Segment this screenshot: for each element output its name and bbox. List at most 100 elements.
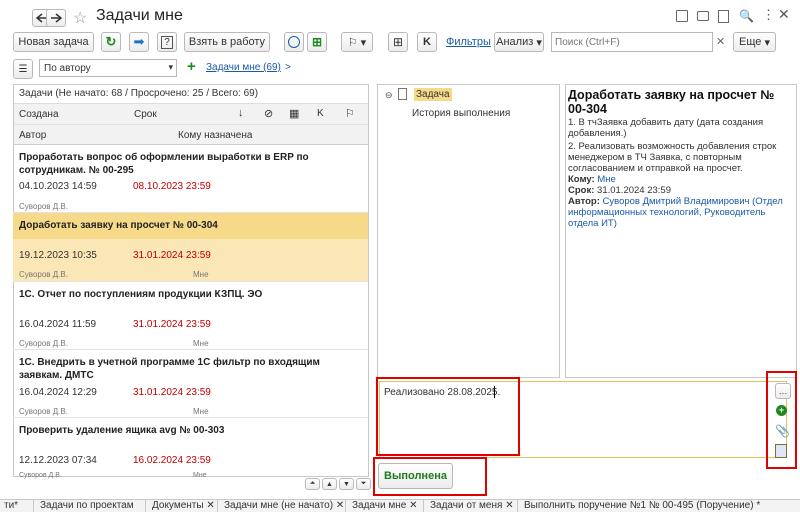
task-due: 31.01.2024 23:59 <box>133 319 211 330</box>
structure-button[interactable]: ⊞ <box>388 32 408 52</box>
flag-col-icon: ⚐ <box>345 108 355 120</box>
detail-to: Кому: Мне <box>568 174 616 185</box>
flag-dropdown[interactable]: ⚐ ▾ <box>341 32 373 52</box>
task-title: Проверить удаление ящика avg № 00-303 <box>19 425 225 436</box>
scroll-up-button[interactable]: ▲ <box>322 478 337 490</box>
take-to-work-button[interactable]: Взять в работу <box>184 32 270 52</box>
col-created-header[interactable]: Создана <box>19 109 59 120</box>
tab-item-0[interactable]: ти* <box>0 500 34 512</box>
tree-item-task[interactable]: Задача <box>414 88 452 101</box>
k-button[interactable]: K <box>417 32 437 52</box>
detail-due: Срок: 31.01.2024 23:59 <box>568 185 671 196</box>
more-button[interactable]: Еще ▾ <box>733 32 776 52</box>
close-icon[interactable]: ✕ <box>778 6 790 23</box>
detail-body-2: 2. Реализовать возможность добавления ст… <box>568 141 777 174</box>
task-assignee: Мне <box>193 407 209 416</box>
window-title: Задачи мне <box>96 7 183 24</box>
detail-to-value[interactable]: Мне <box>597 174 615 185</box>
tab-item-4[interactable]: Задачи мне ✕ <box>348 500 424 512</box>
table-row[interactable]: 1С. Отчет по поступлениям продукции КЗПЦ… <box>13 282 368 350</box>
task-title: 1С. Отчет по поступлениям продукции КЗПЦ… <box>19 289 263 300</box>
analysis-dropdown[interactable]: Анализ ▾ <box>494 32 544 52</box>
detail-title: Доработать заявку на просчет № 00-304 <box>568 88 775 116</box>
detail-author-value[interactable]: Суворов Дмитрий Владимирович (Отдел инфо… <box>568 196 783 229</box>
detail-to-label: Кому: <box>568 174 595 185</box>
task-author: Суворов Д.В. <box>19 407 68 416</box>
task-title: Доработать заявку на просчет № 00-304 <box>19 220 218 231</box>
tab-item-6[interactable]: Выполнить поручение №1 № 00-495 (Поручен… <box>520 500 800 512</box>
k-col-icon: K <box>317 108 324 119</box>
col-assignee-header[interactable]: Кому назначена <box>178 130 252 141</box>
filters-link[interactable]: Фильтры <box>446 36 491 48</box>
arrow-right-blue-icon: ➡ <box>133 34 145 49</box>
table-row[interactable]: 1С. Внедрить в учетной программе 1С филь… <box>13 350 368 418</box>
task-due: 08.10.2023 23:59 <box>133 181 211 192</box>
sort-down-icon: ↓ <box>238 107 244 119</box>
clock-icon <box>288 36 300 48</box>
list-settings-button[interactable]: ☰ <box>13 59 33 79</box>
tasks-to-me-arrow[interactable]: > <box>285 62 291 73</box>
scroll-first-button[interactable]: ⏶ <box>305 478 320 490</box>
task-list-summary: Задачи (Не начато: 68 / Просрочено: 25 /… <box>19 88 259 99</box>
question-icon: ? <box>161 35 173 49</box>
refresh-button[interactable]: ↻ <box>101 32 121 52</box>
schedule-button[interactable] <box>284 32 304 52</box>
tab-item-2[interactable]: Документы ✕ <box>148 500 218 512</box>
task-created: 19.12.2023 10:35 <box>19 250 97 261</box>
col-author-header[interactable]: Автор <box>19 130 46 141</box>
more-vertical-icon[interactable]: ⋮ <box>762 7 775 23</box>
zoom-icon[interactable]: 🔍 <box>739 9 754 23</box>
new-task-button[interactable]: Новая задача <box>13 32 94 52</box>
scroll-down-button[interactable]: ▼ <box>339 478 354 490</box>
more-label: Еще <box>739 36 762 48</box>
author-filter-select[interactable]: По автору ▾ <box>39 59 177 77</box>
help-button[interactable]: ? <box>157 32 177 52</box>
clear-search-icon[interactable]: ✕ <box>716 35 725 48</box>
detail-body-1: 1. В тчЗаявка добавить дату (дата создан… <box>568 117 764 139</box>
highlight-side-buttons <box>766 371 797 469</box>
table-row[interactable]: Проверить удаление ящика avg № 00-303 12… <box>13 418 368 479</box>
tab-label: Задачи по проектам <box>40 500 134 511</box>
tab-item-5[interactable]: Задачи от меня ✕ <box>426 500 518 512</box>
arrow-right-icon <box>51 13 62 23</box>
search-input[interactable] <box>551 32 713 52</box>
add-subtask-button[interactable]: ⊞ <box>307 32 327 52</box>
task-assignee: Мне <box>193 270 209 279</box>
analysis-label: Анализ <box>496 36 534 48</box>
task-author: Суворов Д.В. <box>19 339 68 348</box>
save-icon[interactable] <box>676 10 688 22</box>
list-header-row1 <box>14 103 368 125</box>
grid-col-icon: ▦ <box>289 108 300 120</box>
tab-item-3[interactable]: Задачи мне (не начато) ✕ <box>220 500 346 512</box>
list-icon: ☰ <box>18 63 28 75</box>
task-created: 16.04.2024 12:29 <box>19 387 97 398</box>
task-author: Суворов Д.В. <box>19 270 68 279</box>
refresh-icon: ↻ <box>105 34 117 49</box>
table-row-selected[interactable]: Доработать заявку на просчет № 00-304 19… <box>13 213 368 282</box>
forward-button[interactable] <box>46 9 66 27</box>
calculator-icon[interactable] <box>718 10 729 23</box>
task-due: 31.01.2024 23:59 <box>133 250 211 261</box>
task-created: 16.04.2024 11:59 <box>19 319 97 330</box>
add-icon[interactable]: + <box>187 59 196 75</box>
col-due-header[interactable]: Срок <box>134 109 157 120</box>
task-created: 12.12.2023 07:34 <box>19 455 97 466</box>
tab-label: Задачи мне (не начато) <box>224 500 334 511</box>
task-title: 1С. Внедрить в учетной программе 1С филь… <box>19 357 320 381</box>
table-row[interactable]: Проработать вопрос об оформлении выработ… <box>13 145 368 213</box>
scroll-last-button[interactable]: ⏷ <box>356 478 371 490</box>
tree-item-history[interactable]: История выполнения <box>412 108 510 119</box>
favorite-star-icon[interactable]: ☆ <box>73 8 87 28</box>
tree-collapse-icon[interactable]: ⊖ <box>385 90 393 101</box>
flag-icon: ⚐ ▾ <box>347 36 367 49</box>
task-assignee: Мне <box>193 472 207 479</box>
forward-task-button[interactable]: ➡ <box>129 32 149 52</box>
task-title: Проработать вопрос об оформлении выработ… <box>19 152 309 176</box>
tasks-to-me-link[interactable]: Задачи мне (69) <box>206 62 281 73</box>
tab-item-1[interactable]: Задачи по проектам <box>36 500 146 512</box>
print-icon[interactable] <box>697 11 709 21</box>
tab-label: Выполнить поручение №1 № 00-495 (Поручен… <box>524 500 761 511</box>
task-due: 31.01.2024 23:59 <box>133 387 211 398</box>
attachment-col-icon: ⊘ <box>264 108 274 120</box>
add-document-icon: ⊞ <box>311 35 323 49</box>
